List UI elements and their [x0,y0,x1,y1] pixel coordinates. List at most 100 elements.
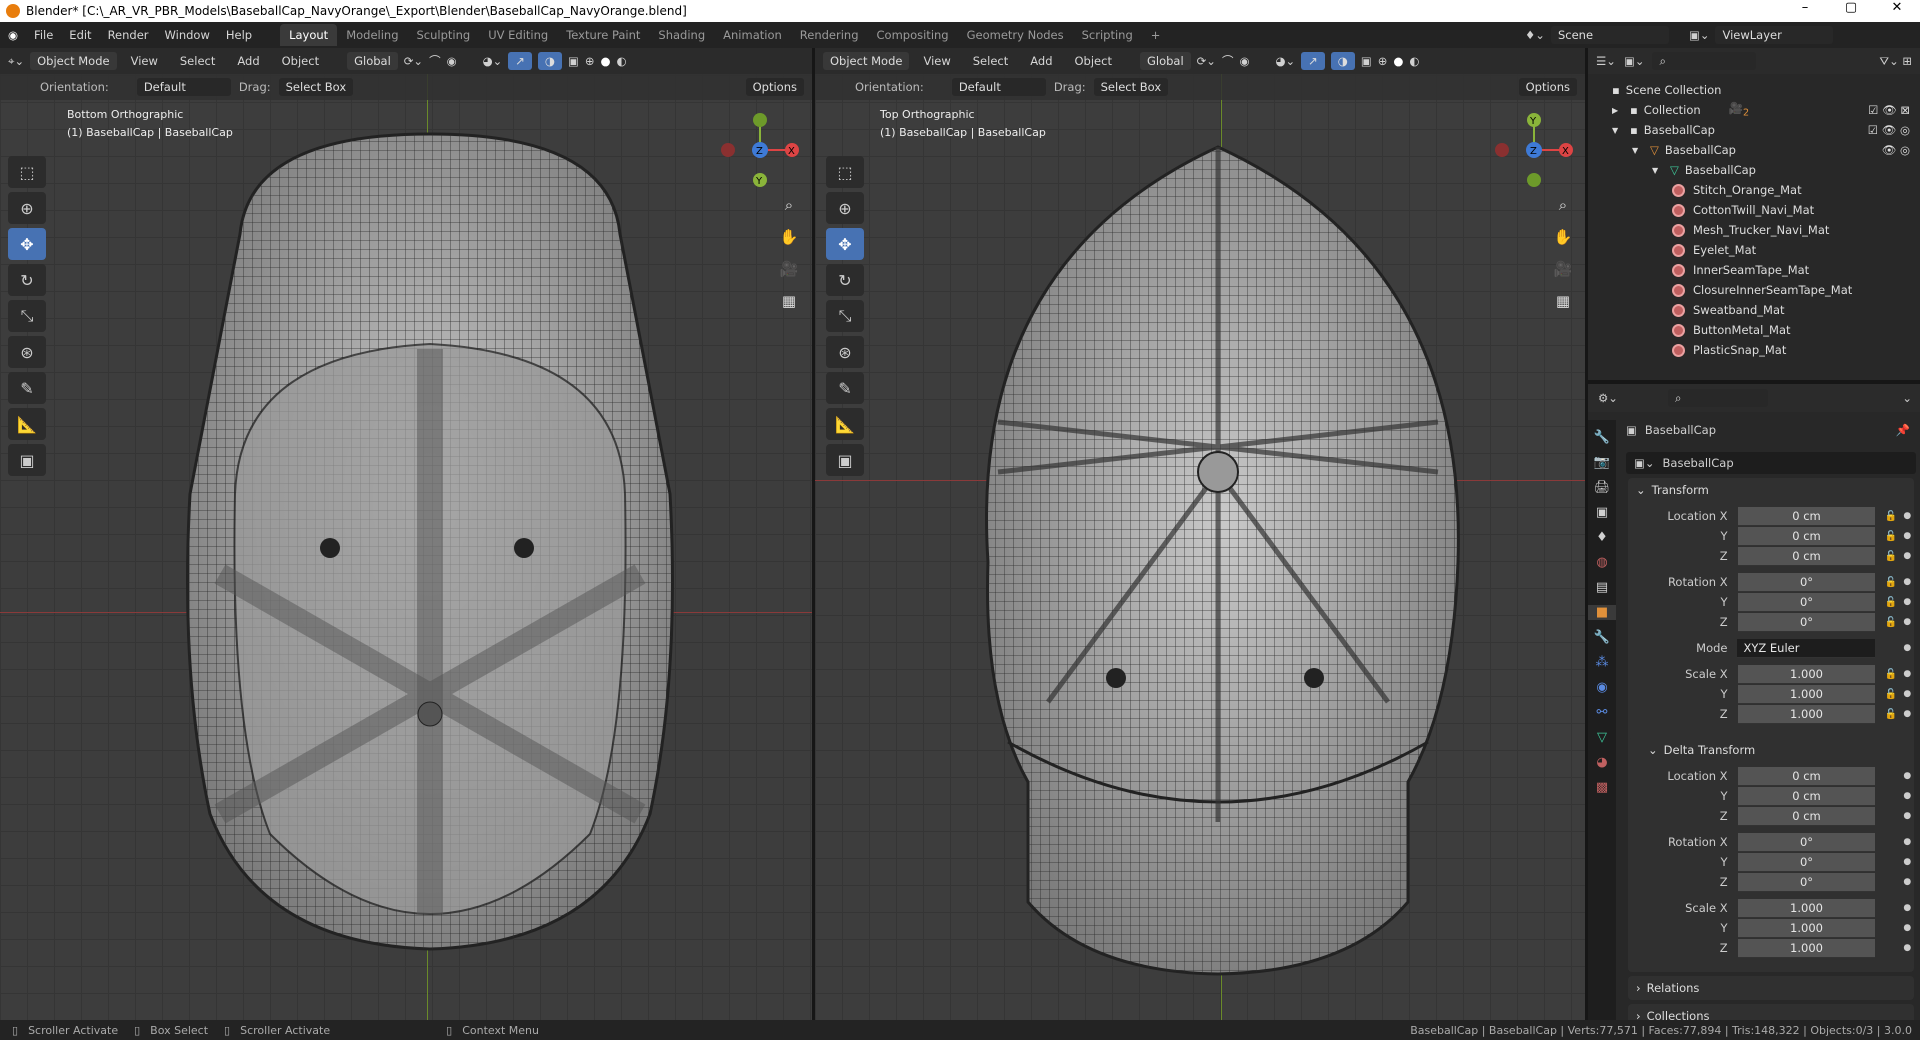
tab-scripting[interactable]: Scripting [1073,24,1142,46]
tab-uv-editing[interactable]: UV Editing [479,24,557,46]
add-workspace-button[interactable]: + [1142,24,1170,46]
xray-icon[interactable]: ▣ [1361,54,1372,68]
scene-icon[interactable]: ♦⌄ [1525,28,1545,42]
tab-geometry-nodes[interactable]: Geometry Nodes [958,24,1073,46]
visibility-toggles[interactable]: ☑ 👁 ⊠ [1868,103,1910,117]
properties-search-input[interactable]: ⌕ [1667,389,1768,407]
menu-view[interactable]: View [123,54,166,68]
outliner-material[interactable]: Mesh_Trucker_Navi_Mat [1612,220,1920,240]
options-button[interactable]: Options [745,78,804,96]
lock-icon[interactable]: 🔓 [1881,669,1900,680]
object-tab-icon[interactable]: ■ [1588,605,1616,620]
physics-tab-icon[interactable]: ◉ [1596,680,1607,695]
menu-object[interactable]: Object [274,54,327,68]
menu-window[interactable]: Window [157,28,218,42]
keyframe-dot-icon[interactable]: ● [1901,551,1914,561]
outliner-mesh-data[interactable]: ▼ ▽ BaseballCap [1612,160,1920,180]
keyframe-dot-icon[interactable]: ● [1901,617,1914,627]
keyframe-dot-icon[interactable]: ● [1901,577,1914,587]
world-tab-icon[interactable]: ◍ [1596,555,1607,570]
pivot-icon[interactable]: ⟳⌄ [1197,54,1216,68]
snap-icon[interactable]: ⌒ [1222,53,1234,69]
view-layer-selector[interactable]: ViewLayer [1715,26,1834,44]
outliner-material[interactable]: ButtonMetal_Mat [1612,320,1920,340]
drag-selector[interactable]: Select Box [1093,78,1169,96]
move-tool[interactable]: ✥ [826,228,864,260]
proportional-edit-icon[interactable]: ◉ [1239,54,1249,68]
tab-rendering[interactable]: Rendering [791,24,868,46]
minimize-button[interactable]: – [1782,0,1828,15]
location-y-field[interactable]: 0 cm [1737,526,1876,546]
scale-x-field[interactable]: 1.000 [1737,898,1876,918]
keyframe-dot-icon[interactable]: ● [1901,597,1914,607]
ortho-grid-icon[interactable]: ▦ [777,292,801,316]
cap-model-bottom-view[interactable] [180,114,680,954]
close-button[interactable]: ✕ [1874,0,1920,15]
rotation-mode-dropdown[interactable]: XYZ Euler [1737,638,1876,658]
rotation-z-field[interactable]: 0° [1737,872,1876,892]
rotate-tool[interactable]: ↻ [8,264,46,296]
object-name-field[interactable]: ▣⌄ BaseballCap [1626,452,1916,474]
tab-modeling[interactable]: Modeling [337,24,407,46]
menu-add[interactable]: Add [229,54,267,68]
menu-file[interactable]: File [26,28,61,42]
rotation-y-field[interactable]: 0° [1737,852,1876,872]
measure-tool[interactable]: 📐 [8,408,46,440]
outliner-material[interactable]: CottonTwill_Navi_Mat [1612,200,1920,220]
outliner-collection-baseballcap[interactable]: ▼ ▪ BaseballCap ☑ 👁 ◎ [1612,120,1920,140]
transform-tool[interactable]: ⊛ [826,336,864,368]
ortho-grid-icon[interactable]: ▦ [1551,292,1575,316]
transform-orientation-selector[interactable]: Global [1139,52,1191,70]
visibility-toggles[interactable]: ☑ 👁 ◎ [1868,123,1910,137]
view-layer-icon[interactable]: ▣⌄ [1689,28,1710,42]
shading-solid-icon[interactable]: ● [600,54,610,68]
tool-tab-icon[interactable]: 🔧 [1594,430,1610,445]
measure-tool[interactable]: 📐 [826,408,864,440]
snap-icon[interactable]: ⌒ [429,53,441,69]
menu-object[interactable]: Object [1067,54,1120,68]
display-mode-icon[interactable]: ▣⌄ [1624,54,1645,68]
keyframe-dot-icon[interactable]: ● [1901,511,1914,521]
cursor-tool[interactable]: ⊕ [8,192,46,224]
lock-icon[interactable]: 🔓 [1881,551,1900,562]
options-button[interactable]: Options [1518,78,1577,96]
gizmo-toggle-icon[interactable]: ↗ [508,52,532,70]
select-box-tool[interactable]: ⬚ [8,156,46,188]
camera-view-icon[interactable]: 🎥 [777,260,801,284]
scale-z-field[interactable]: 1.000 [1737,938,1876,958]
tab-sculpting[interactable]: Sculpting [408,24,480,46]
annotate-tool[interactable]: ✎ [8,372,46,404]
menu-view[interactable]: View [915,54,958,68]
mode-selector[interactable]: Object Mode [30,52,117,70]
menu-edit[interactable]: Edit [61,28,99,42]
pan-hand-icon[interactable]: ✋ [777,228,801,252]
keyframe-dot-icon[interactable]: ● [1901,709,1914,719]
blender-menu-icon[interactable]: ◉ [0,28,26,42]
lock-icon[interactable]: 🔓 [1881,577,1900,588]
cap-model-top-view[interactable] [968,142,1478,982]
location-x-field[interactable]: 0 cm [1737,766,1876,786]
outliner-material[interactable]: ClosureInnerSeamTape_Mat [1612,280,1920,300]
scale-tool[interactable]: ⤡ [826,300,864,332]
lock-icon[interactable]: 🔓 [1881,709,1900,720]
outliner-material[interactable]: Sweatband_Mat [1612,300,1920,320]
shading-wireframe-icon[interactable]: ⊕ [585,54,595,68]
properties-editor-type-icon[interactable]: ⚙⌄ [1598,391,1618,405]
filter-icon[interactable]: ⛛⌄ ⊞ [1879,54,1912,69]
outliner-material[interactable]: Eyelet_Mat [1612,240,1920,260]
shading-wireframe-icon[interactable]: ⊕ [1378,54,1388,68]
keyframe-dot-icon[interactable]: ● [1901,669,1914,679]
options-dropdown-icon[interactable]: ⌄ [1902,391,1912,405]
transform-panel-header[interactable]: ⌄ Transform [1628,478,1914,502]
select-box-tool[interactable]: ⬚ [826,156,864,188]
visibility-icon[interactable]: ◕⌄ [483,54,503,68]
output-tab-icon[interactable]: 🖨 [1594,480,1611,495]
keyframe-dot-icon[interactable]: ● [1901,771,1914,781]
scale-x-field[interactable]: 1.000 [1737,664,1876,684]
data-tab-icon[interactable]: ▽ [1597,730,1607,745]
overlay-toggle-icon[interactable]: ◑ [1330,52,1355,70]
modifier-tab-icon[interactable]: 🔧 [1594,630,1610,645]
outliner-collection[interactable]: ▶ ▪ Collection 🎥2 ☑ 👁 ⊠ [1612,100,1920,120]
pivot-icon[interactable]: ⟳⌄ [404,54,423,68]
scene-tab-icon[interactable]: ♦ [1596,530,1608,545]
